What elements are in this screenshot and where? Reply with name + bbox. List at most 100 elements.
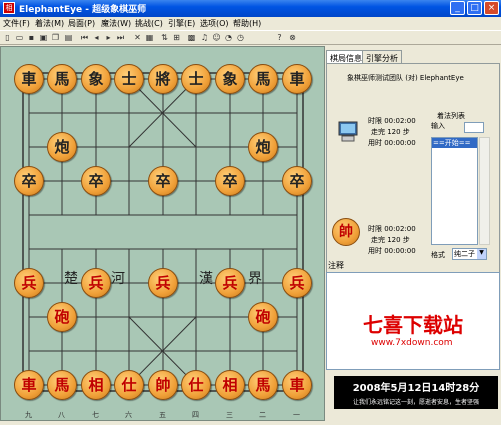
menu-magic[interactable]: 魔法(W) xyxy=(101,18,131,29)
black-chariot[interactable]: 車 xyxy=(14,64,44,94)
last-move-icon[interactable]: ⏭ xyxy=(116,33,125,42)
time-icon[interactable]: ◷ xyxy=(236,33,245,42)
red-soldier[interactable]: 兵 xyxy=(14,268,44,298)
note-textarea[interactable]: 七喜下载站 www.7xdown.com xyxy=(326,272,500,370)
note-label: 注释 xyxy=(328,261,344,270)
red-general[interactable]: 帥 xyxy=(148,370,178,400)
black-elephant[interactable]: 象 xyxy=(215,64,245,94)
red-cannon[interactable]: 砲 xyxy=(248,302,278,332)
red-elephant[interactable]: 相 xyxy=(215,370,245,400)
black-cannon[interactable]: 炮 xyxy=(47,132,77,162)
side-panel: 棋局信息 引擎分析 象棋巫师测试团队 (对) ElephantEye 时限 00… xyxy=(326,46,501,425)
menu-move[interactable]: 着法(M) xyxy=(35,18,64,29)
tab-game-info[interactable]: 棋局信息 xyxy=(326,50,366,64)
opponent-line: 象棋巫师测试团队 (对) ElephantEye xyxy=(347,74,464,82)
copy-icon[interactable]: ❐ xyxy=(51,33,60,42)
piece-style-icon[interactable]: ⊞ xyxy=(172,33,181,42)
black-cannon[interactable]: 炮 xyxy=(248,132,278,162)
top-moves: 走完 120 步 xyxy=(371,128,410,136)
swap-sides-icon[interactable]: ⇅ xyxy=(160,33,169,42)
format-label: 格式 xyxy=(431,251,445,259)
app-icon: 相 xyxy=(3,2,15,14)
red-advisor[interactable]: 仕 xyxy=(114,370,144,400)
stop-icon[interactable]: ⊗ xyxy=(288,33,297,42)
memorial-clock: 2008年5月12日14时28分 让我们永远铭记这一刻，愿逝者安息，生者坚强 xyxy=(334,376,498,409)
save-icon[interactable]: ▪ xyxy=(27,33,36,42)
emotion-icon[interactable]: ☺ xyxy=(212,33,221,42)
menu-position[interactable]: 局面(P) xyxy=(68,18,95,29)
chevron-down-icon[interactable]: ▼ xyxy=(477,249,486,259)
black-soldier[interactable]: 卒 xyxy=(215,166,245,196)
red-soldier[interactable]: 兵 xyxy=(215,268,245,298)
black-advisor[interactable]: 士 xyxy=(114,64,144,94)
red-horse[interactable]: 馬 xyxy=(47,370,77,400)
red-soldier[interactable]: 兵 xyxy=(282,268,312,298)
chess-board[interactable]: 車 馬 象 士 將 士 象 馬 車 炮 炮 卒 卒 卒 卒 卒 楚 河 漢 界 … xyxy=(0,46,325,421)
black-general[interactable]: 將 xyxy=(148,64,178,94)
move-list-item-start[interactable]: ==开始== xyxy=(432,138,477,148)
tab-engine-analysis[interactable]: 引擎分析 xyxy=(362,50,402,64)
game-info-panel: 象棋巫师测试团队 (对) ElephantEye 时限 00:02:00 走完 … xyxy=(326,63,500,303)
minimize-button[interactable]: _ xyxy=(450,1,465,15)
black-horse[interactable]: 馬 xyxy=(248,64,278,94)
menu-help[interactable]: 帮助(H) xyxy=(233,18,261,29)
black-advisor[interactable]: 士 xyxy=(181,64,211,94)
file-label: 七 xyxy=(92,411,99,419)
red-chariot[interactable]: 車 xyxy=(14,370,44,400)
delete-icon[interactable]: ✕ xyxy=(133,33,142,42)
clock-datetime: 2008年5月12日14时28分 xyxy=(352,383,480,394)
board-grid xyxy=(22,72,304,392)
paste-icon[interactable]: ▤ xyxy=(64,33,73,42)
maximize-button[interactable]: □ xyxy=(467,1,482,15)
title-bar: 相 ElephantEye - 超级象棋巫师 _ □ × xyxy=(0,0,501,17)
black-elephant[interactable]: 象 xyxy=(81,64,111,94)
black-chariot[interactable]: 車 xyxy=(282,64,312,94)
file-label: 四 xyxy=(192,411,199,419)
move-list[interactable]: ==开始== xyxy=(431,137,478,245)
next-move-icon[interactable]: ▸ xyxy=(104,33,113,42)
river-text-he: 河 xyxy=(111,271,125,287)
format-select[interactable]: 纯二子 ▼ xyxy=(452,248,487,260)
file-label: 六 xyxy=(125,411,132,419)
save-as-icon[interactable]: ▣ xyxy=(39,33,48,42)
black-soldier[interactable]: 卒 xyxy=(81,166,111,196)
black-horse[interactable]: 馬 xyxy=(47,64,77,94)
top-time-limit: 时限 00:02:00 xyxy=(368,117,416,125)
move-list-scrollbar[interactable] xyxy=(479,137,490,245)
menu-engine[interactable]: 引擎(E) xyxy=(168,18,195,29)
red-chariot[interactable]: 車 xyxy=(282,370,312,400)
menu-bar: 文件(F) 着法(M) 局面(P) 魔法(W) 挑战(C) 引擎(E) 选项(O… xyxy=(0,17,501,30)
menu-challenge[interactable]: 挑战(C) xyxy=(135,18,163,29)
help-icon[interactable]: ? xyxy=(275,33,284,42)
red-soldier[interactable]: 兵 xyxy=(148,268,178,298)
black-soldier[interactable]: 卒 xyxy=(282,166,312,196)
first-move-icon[interactable]: ⏮ xyxy=(80,33,89,42)
red-horse[interactable]: 馬 xyxy=(248,370,278,400)
new-icon[interactable]: ▯ xyxy=(3,33,12,42)
red-soldier[interactable]: 兵 xyxy=(81,268,111,298)
board-style-icon[interactable]: ▩ xyxy=(187,33,196,42)
movelist-title: 着法列表 xyxy=(437,112,465,120)
music-icon[interactable]: ♫ xyxy=(200,33,209,42)
file-label: 五 xyxy=(159,411,166,419)
think-icon[interactable]: ◔ xyxy=(224,33,233,42)
input-label: 输入 xyxy=(431,122,445,130)
menu-options[interactable]: 选项(O) xyxy=(200,18,229,29)
red-cannon[interactable]: 砲 xyxy=(47,302,77,332)
bottom-moves: 走完 120 步 xyxy=(371,236,410,244)
river-text-han: 漢 xyxy=(199,271,213,287)
black-soldier[interactable]: 卒 xyxy=(148,166,178,196)
file-label: 一 xyxy=(293,411,300,419)
black-soldier[interactable]: 卒 xyxy=(14,166,44,196)
menu-file[interactable]: 文件(F) xyxy=(3,18,30,29)
move-input[interactable] xyxy=(464,122,484,133)
file-label: 八 xyxy=(58,411,65,419)
close-button[interactable]: × xyxy=(484,1,499,15)
red-advisor[interactable]: 仕 xyxy=(181,370,211,400)
open-icon[interactable]: ▭ xyxy=(15,33,24,42)
window-title: ElephantEye - 超级象棋巫师 xyxy=(19,5,147,15)
bottom-time-used: 用时 00:00:00 xyxy=(368,247,416,255)
red-elephant[interactable]: 相 xyxy=(81,370,111,400)
prev-move-icon[interactable]: ◂ xyxy=(92,33,101,42)
flip-board-icon[interactable]: ▦ xyxy=(145,33,154,42)
